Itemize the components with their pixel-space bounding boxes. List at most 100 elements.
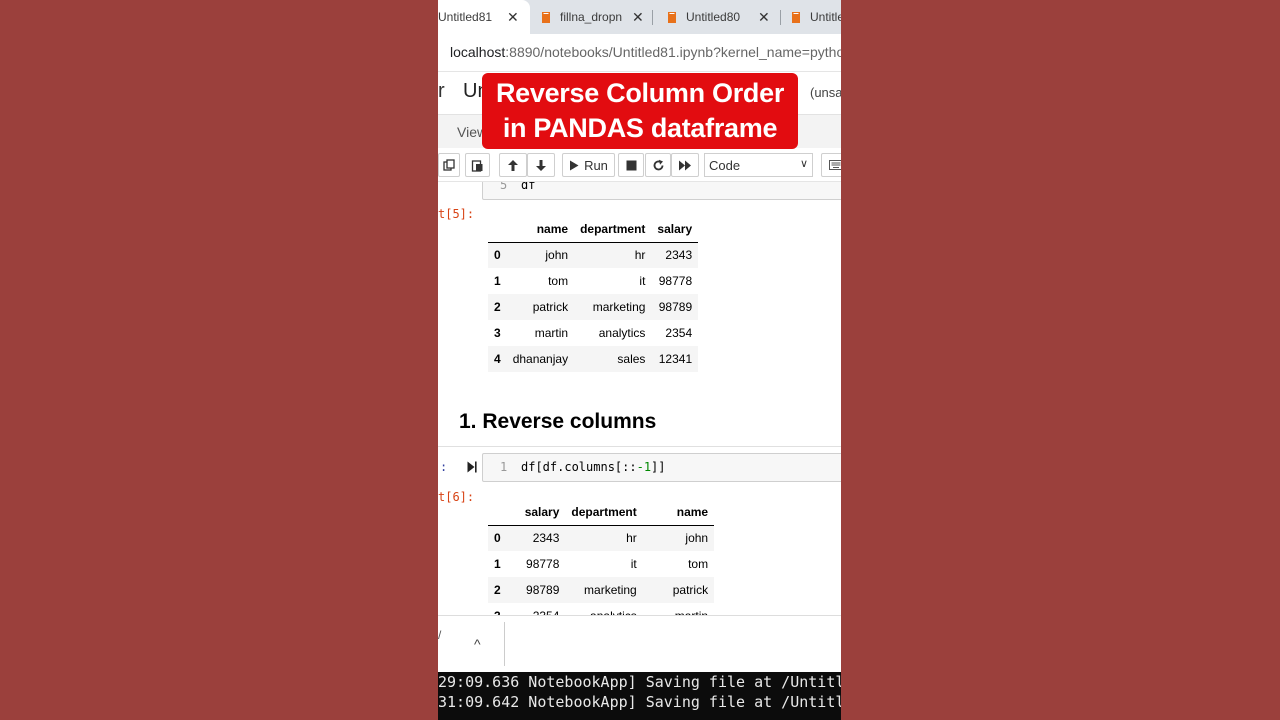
run-button[interactable]: Run [562,153,615,177]
overlay-line-2: in PANDAS dataframe [502,113,778,143]
panel-divider [504,622,505,666]
stop-icon [626,160,636,170]
code-segment: df[df.columns[:: [521,460,637,474]
copy-cell-button[interactable] [438,153,460,177]
browser-tab-bar: Untitled81 ✕ fillna_dropna ✕ Untitled80 … [438,0,841,34]
table-cell: analytics [598,326,646,340]
row-index: 1 [494,557,501,571]
index-header [488,216,507,243]
table-cell: patrick [532,300,569,314]
code-cell-5-input[interactable]: 5 df [482,182,841,200]
row-index: 0 [494,248,501,263]
output-prompt-5: t[5]: [438,207,475,221]
arrow-down-icon [536,159,546,171]
keyboard-button[interactable] [821,153,841,177]
table-cell: it [639,274,646,288]
log-line: 31:09.642 NotebookApp] Saving file at /U… [438,693,841,711]
overlay-title-banner: Reverse Column Order in PANDAS dataframe [482,73,798,149]
log-line: 29:09.636 NotebookApp] Saving file at /U… [438,673,841,691]
table-cell: analytics [565,603,642,615]
table-cell: 2343 [532,531,560,546]
restart-run-all-button[interactable] [671,153,699,177]
close-icon[interactable]: ✕ [632,9,644,26]
row-index: 0 [494,531,501,546]
fast-forward-icon [679,160,691,170]
notebook-icon [542,11,550,23]
move-down-button[interactable] [527,153,555,177]
table-cell: marketing [592,300,646,314]
row-index: 4 [494,352,501,366]
table-header-row: name department salary [488,216,699,243]
overlay-line-1: Reverse Column Order [495,78,785,108]
dataframe-output-6: salary department name 0 2343 hr john 1 … [488,499,715,615]
tab-separator [780,10,781,25]
row-index: 1 [494,274,501,288]
column-header: salary [506,499,566,526]
table-row: 2 patrick marketing 98789 [488,294,699,320]
move-up-button[interactable] [499,153,527,177]
table-cell: sales [617,352,646,366]
tab-separator [652,10,653,25]
chevron-up-icon[interactable]: ^ [474,636,481,652]
tab-untitled80[interactable]: Untitled80 ✕ [666,0,774,34]
table-row: 1 tom it 98778 [488,268,698,294]
restart-button[interactable] [645,153,671,177]
tab-label: fillna_dropna [560,10,622,24]
url-path: :8890/notebooks/Untitled81.ipynb?kernel_… [505,44,841,60]
bottom-panel: / ^ [438,615,841,672]
code-number: -1 [636,460,652,474]
index-header [488,499,507,526]
code-text: df[df.columns[::-1]] [521,460,666,474]
column-header: name [506,216,575,243]
table-cell: john [545,248,569,263]
tab-untitled81[interactable]: Untitled81 ✕ [438,0,530,34]
cell-divider [438,446,841,447]
close-icon[interactable]: ✕ [758,9,770,26]
column-header: name [642,499,715,526]
table-row: 3 2354 analytics martin [488,603,714,615]
table-header-row: salary department name [488,499,715,526]
code-cell-6-input[interactable]: 1 df[df.columns[::-1]] [482,453,841,482]
tab-fillna-dropna[interactable]: fillna_dropna ✕ [540,0,648,34]
table-row: 2 98789 marketing patrick [488,577,715,603]
copy-icon [442,158,455,171]
url-host: localhost [450,44,506,60]
jupyter-logo[interactable]: r [438,80,445,103]
restart-icon [653,159,663,170]
paste-icon [471,159,483,172]
table-cell: hr [634,248,646,263]
run-cell-icon[interactable] [467,461,477,473]
paste-cell-button[interactable] [465,153,490,177]
close-icon[interactable]: ✕ [507,9,519,26]
table-cell: 98789 [658,300,693,314]
table-cell: dhananjay [512,352,569,366]
table-row: 1 98778 it tom [488,551,714,577]
dataframe-output-5: name department salary 0 john hr 2343 1 … [488,216,699,372]
code-text: df [521,182,536,192]
keyboard-icon [829,160,841,170]
play-icon [570,160,579,170]
row-index: 2 [494,583,501,597]
line-number: 5 [500,182,508,192]
code-segment: ]] [651,460,666,474]
tab-untitled[interactable]: Untitled [790,0,841,34]
arrow-up-icon [508,159,518,171]
panel-left-char: / [438,628,442,642]
tab-label: Untitled80 [686,10,741,24]
cell-type-value: Code [709,157,741,173]
table-cell: martin [643,603,714,615]
address-bar[interactable]: localhost:8890/notebooks/Untitled81.ipyn… [438,34,841,72]
tab-label: Untitled81 [438,10,493,24]
run-label: Run [584,157,608,173]
interrupt-button[interactable] [618,153,644,177]
table-cell: martin [534,326,569,340]
cell-type-select[interactable]: Code ∨ [704,153,813,177]
table-cell: marketing [584,583,637,597]
url-text[interactable]: localhost:8890/notebooks/Untitled81.ipyn… [450,44,841,60]
column-header: department [574,216,652,243]
table-cell: 98778 [526,557,560,571]
output-prompt-6: t[6]: [438,490,475,504]
table-cell: tom [688,557,709,571]
row-index: 2 [494,300,501,314]
table-cell: 98789 [526,583,560,597]
